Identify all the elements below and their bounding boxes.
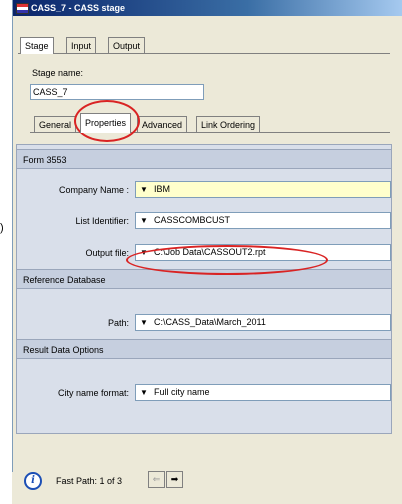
- section-header-form: Form 3553: [17, 149, 391, 169]
- city-name-format-label: City name format:: [57, 388, 129, 398]
- output-file-field[interactable]: ▼ C:\Job Data\CASSOUT2.rpt: [135, 244, 391, 261]
- tab-advanced[interactable]: Advanced: [137, 116, 188, 133]
- stage-name-input[interactable]: CASS_7: [30, 84, 204, 100]
- output-file-label: Output file:: [85, 248, 129, 258]
- section-header-reference: Reference Database: [17, 269, 391, 289]
- edge-bracket-mark: ): [0, 222, 4, 234]
- info-icon: i: [24, 472, 42, 490]
- back-arrow-icon: ⇐: [152, 474, 161, 484]
- list-identifier-value: CASSCOMBCUST: [154, 215, 231, 225]
- chevron-down-icon: ▼: [140, 318, 148, 327]
- fast-path-status: Fast Path: 1 of 3: [56, 476, 123, 486]
- city-name-format-field[interactable]: ▼ Full city name: [135, 384, 391, 401]
- list-identifier-label: List Identifier:: [75, 216, 129, 226]
- title-bar: CASS_7 - CASS stage: [13, 0, 402, 16]
- path-field[interactable]: ▼ C:\CASS_Data\March_2011: [135, 314, 391, 331]
- properties-grid: Form 3553 Company Name : ▼ IBM List Iden…: [16, 144, 392, 434]
- company-name-field[interactable]: ▼ IBM: [135, 181, 391, 198]
- list-identifier-field[interactable]: ▼ CASSCOMBCUST: [135, 212, 391, 229]
- tab-properties[interactable]: Properties: [80, 113, 132, 133]
- section-header-result: Result Data Options: [17, 339, 391, 359]
- chevron-down-icon: ▼: [140, 248, 148, 257]
- chevron-down-icon: ▼: [140, 216, 148, 225]
- tab-link-ordering[interactable]: Link Ordering: [196, 116, 261, 133]
- tab-general[interactable]: General: [34, 116, 77, 133]
- company-name-value: IBM: [154, 184, 171, 194]
- path-label: Path:: [107, 318, 129, 328]
- output-file-value: C:\Job Data\CASSOUT2.rpt: [154, 247, 266, 257]
- path-value: C:\CASS_Data\March_2011: [154, 317, 266, 327]
- tab-input[interactable]: Input: [66, 37, 97, 54]
- window-icon: [16, 3, 29, 14]
- tab-stage[interactable]: Stage: [20, 37, 54, 54]
- company-name-label: Company Name :: [58, 185, 129, 195]
- forward-arrow-icon: ➡: [170, 474, 179, 484]
- city-name-format-value: Full city name: [154, 387, 210, 397]
- forward-button[interactable]: ➡: [166, 471, 183, 488]
- window-title: CASS_7 - CASS stage: [31, 3, 126, 13]
- back-button[interactable]: ⇐: [148, 471, 165, 488]
- tab-divider: [18, 53, 390, 54]
- chevron-down-icon: ▼: [140, 388, 148, 397]
- tab-output[interactable]: Output: [108, 37, 146, 54]
- chevron-down-icon: ▼: [140, 185, 148, 194]
- stage-name-label: Stage name:: [32, 68, 84, 78]
